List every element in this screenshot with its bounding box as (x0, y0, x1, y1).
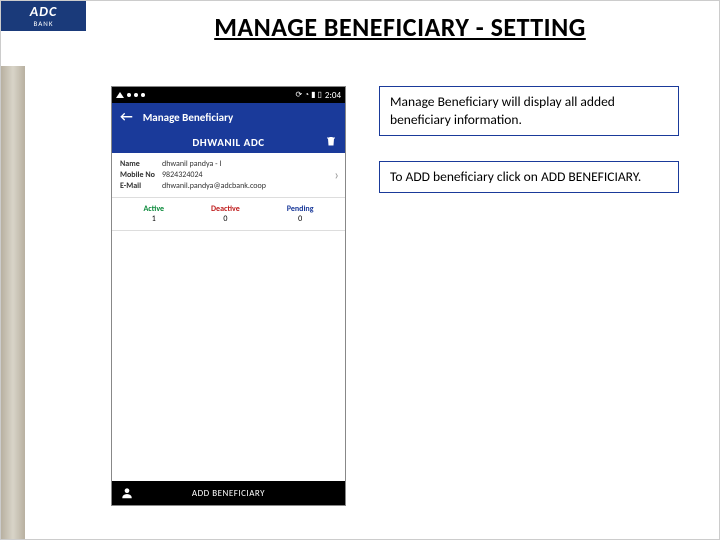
callout-text-1: Manage Beneficiary will display all adde… (390, 93, 615, 128)
label-name: Name (120, 159, 162, 170)
clock-icon: ◔ (304, 90, 309, 100)
signal-icon (116, 92, 124, 98)
logo-text: ADC (30, 5, 58, 19)
add-beneficiary-button[interactable]: ADD BENEFICIARY (112, 481, 345, 505)
callout-info-2: To ADD beneficiary click on ADD BENEFICI… (379, 161, 679, 193)
signal-bars-icon: ▮ (311, 90, 315, 100)
side-strip (1, 66, 25, 539)
status-dot-icon (127, 93, 131, 97)
label-email: E-Mail (120, 181, 162, 192)
status-left (116, 92, 145, 98)
header-title: Manage Beneficiary (143, 111, 234, 124)
status-pending: Pending 0 (287, 204, 314, 224)
callout-info-1: Manage Beneficiary will display all adde… (379, 86, 679, 136)
active-count: 1 (143, 214, 164, 224)
value-mobile: 9824324024 (162, 170, 266, 181)
detail-values: dhwanil pandya - I 9824324024 dhwanil.pa… (162, 159, 266, 191)
beneficiary-details[interactable]: Name Mobile No E-Mail dhwanil pandya - I… (112, 153, 345, 198)
sync-icon: ⟳ (296, 90, 303, 100)
phone-mockup: ⟳ ◔ ▮ ▯ 2:04 ← Manage Beneficiary DHWANI… (111, 86, 346, 506)
battery-icon: ▯ (318, 90, 322, 100)
page-title: MANAGE BENEFICIARY - SETTING (121, 11, 679, 43)
pending-count: 0 (287, 214, 314, 224)
callout-text-2: To ADD beneficiary click on ADD BENEFICI… (390, 168, 641, 185)
pending-label: Pending (287, 204, 314, 214)
status-deactive: Deactive 0 (211, 204, 240, 224)
user-icon (120, 486, 134, 500)
deactive-count: 0 (211, 214, 240, 224)
status-active: Active 1 (143, 204, 164, 224)
detail-labels: Name Mobile No E-Mail (120, 159, 162, 191)
status-dot-icon (141, 93, 145, 97)
beneficiary-name-bar[interactable]: DHWANIL ADC (112, 131, 345, 153)
value-email: dhwanil.pandya@adcbank.coop (162, 181, 266, 192)
status-counts-row: Active 1 Deactive 0 Pending 0 (112, 198, 345, 231)
deactive-label: Deactive (211, 204, 240, 214)
beneficiary-name: DHWANIL ADC (192, 136, 264, 149)
back-icon[interactable]: ← (120, 110, 133, 124)
status-right: ⟳ ◔ ▮ ▯ 2:04 (296, 90, 341, 101)
active-label: Active (143, 204, 164, 214)
logo-subtext: BANK (34, 19, 54, 28)
status-icons: ⟳ ◔ ▮ ▯ (296, 90, 322, 100)
brand-logo: ADC BANK (1, 1, 86, 31)
add-beneficiary-label: ADD BENEFICIARY (192, 488, 265, 499)
label-mobile: Mobile No (120, 170, 162, 181)
app-header: ← Manage Beneficiary (112, 103, 345, 131)
value-name: dhwanil pandya - I (162, 159, 266, 170)
status-dot-icon (134, 93, 138, 97)
delete-icon[interactable] (325, 135, 337, 150)
status-bar: ⟳ ◔ ▮ ▯ 2:04 (112, 87, 345, 103)
status-time: 2:04 (325, 90, 341, 101)
chevron-right-icon[interactable]: › (334, 167, 339, 184)
